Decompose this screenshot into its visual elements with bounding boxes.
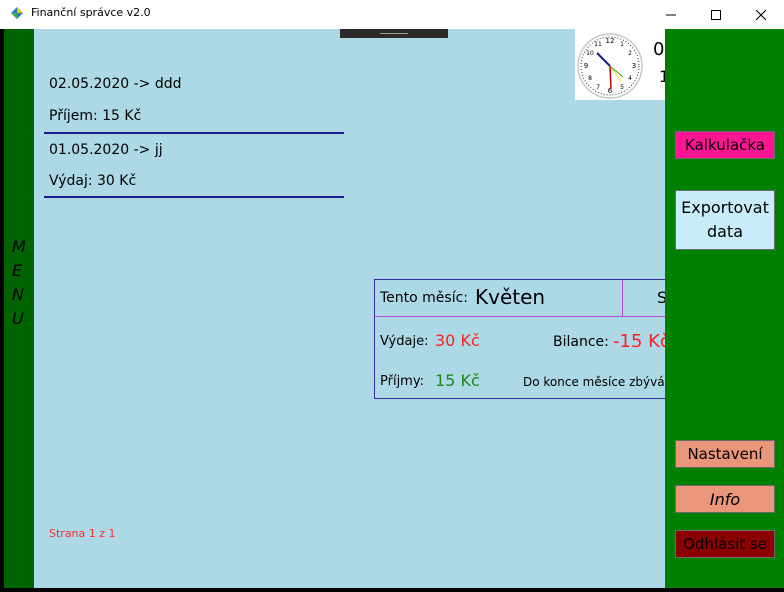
export-data-button[interactable]: Exportovat data bbox=[675, 190, 775, 250]
entry-divider bbox=[44, 196, 344, 198]
remaining-label: Do konce měsíce zbývá bbox=[523, 375, 665, 389]
minimize-icon bbox=[666, 14, 676, 15]
info-button[interactable]: Info bbox=[675, 485, 775, 513]
export-label-line1: Exportovat bbox=[681, 198, 769, 217]
svg-text:4: 4 bbox=[628, 75, 632, 82]
entry-date: 01.05.2020 -> jj bbox=[49, 142, 163, 158]
balance-label: Bilance: bbox=[553, 334, 609, 350]
expenses-value: 30 Kč bbox=[435, 331, 480, 350]
menu-letter: N bbox=[12, 285, 24, 304]
entry-amount: Výdaj: 30 Kč bbox=[49, 173, 137, 189]
drag-handle[interactable] bbox=[340, 29, 448, 38]
menu-letter: M bbox=[12, 237, 26, 256]
menu-letter: U bbox=[12, 309, 24, 328]
balance-value: -15 Kč bbox=[613, 331, 665, 352]
month-summary-panel: Tento měsíc: Květen S Výdaje: 30 Kč Bila… bbox=[374, 279, 665, 399]
analog-clock-icon: 12 1 2 3 4 5 6 7 8 9 10 11 bbox=[577, 33, 643, 99]
app-icon bbox=[11, 7, 23, 19]
logout-button[interactable]: Odhlásit se bbox=[675, 530, 775, 558]
svg-text:1: 1 bbox=[620, 41, 624, 48]
header-divider bbox=[622, 280, 623, 316]
month-label: Tento měsíc: bbox=[380, 290, 469, 306]
svg-text:2: 2 bbox=[628, 50, 632, 57]
summary-header: Tento měsíc: Květen S bbox=[375, 280, 665, 317]
summary-second-header: S bbox=[657, 288, 665, 307]
window-title: Finanční správce v2.0 bbox=[31, 6, 151, 19]
clock-widget: 12 1 2 3 4 5 6 7 8 9 10 11 0 1 bbox=[575, 29, 665, 100]
entry-divider bbox=[44, 132, 344, 134]
menu-letter: E bbox=[12, 261, 23, 280]
svg-text:8: 8 bbox=[588, 75, 592, 82]
maximize-icon bbox=[711, 9, 721, 20]
income-value: 15 Kč bbox=[435, 371, 480, 390]
right-sidebar: Kalkulačka Exportovat data Nastavení Inf… bbox=[665, 29, 784, 588]
page-indicator: Strana 1 z 1 bbox=[49, 527, 116, 540]
clock-date-text: 0 bbox=[653, 39, 665, 60]
svg-text:10: 10 bbox=[586, 50, 594, 57]
svg-text:12: 12 bbox=[606, 37, 615, 45]
close-button[interactable] bbox=[738, 0, 784, 29]
settings-button[interactable]: Nastavení bbox=[675, 440, 775, 468]
svg-text:7: 7 bbox=[596, 84, 600, 91]
maximize-button[interactable] bbox=[693, 0, 739, 29]
month-name: Květen bbox=[475, 285, 546, 309]
entry-amount: Příjem: 15 Kč bbox=[49, 108, 142, 124]
main-content: 02.05.2020 -> ddd Příjem: 15 Kč 01.05.20… bbox=[34, 29, 665, 588]
svg-text:9: 9 bbox=[584, 62, 588, 70]
export-label-line2: data bbox=[706, 222, 744, 241]
title-bar: Finanční správce v2.0 bbox=[0, 0, 784, 29]
expenses-label: Výdaje: bbox=[380, 334, 429, 349]
svg-text:3: 3 bbox=[632, 62, 636, 70]
window-bottom-edge bbox=[0, 588, 784, 592]
svg-text:5: 5 bbox=[620, 84, 624, 91]
income-label: Příjmy: bbox=[380, 374, 424, 389]
close-icon bbox=[755, 9, 767, 20]
svg-text:11: 11 bbox=[594, 41, 602, 48]
calculator-button[interactable]: Kalkulačka bbox=[675, 131, 775, 159]
entry-date: 02.05.2020 -> ddd bbox=[49, 76, 182, 92]
menu-toggle[interactable]: M E N U bbox=[4, 29, 34, 588]
minimize-button[interactable] bbox=[648, 0, 694, 29]
